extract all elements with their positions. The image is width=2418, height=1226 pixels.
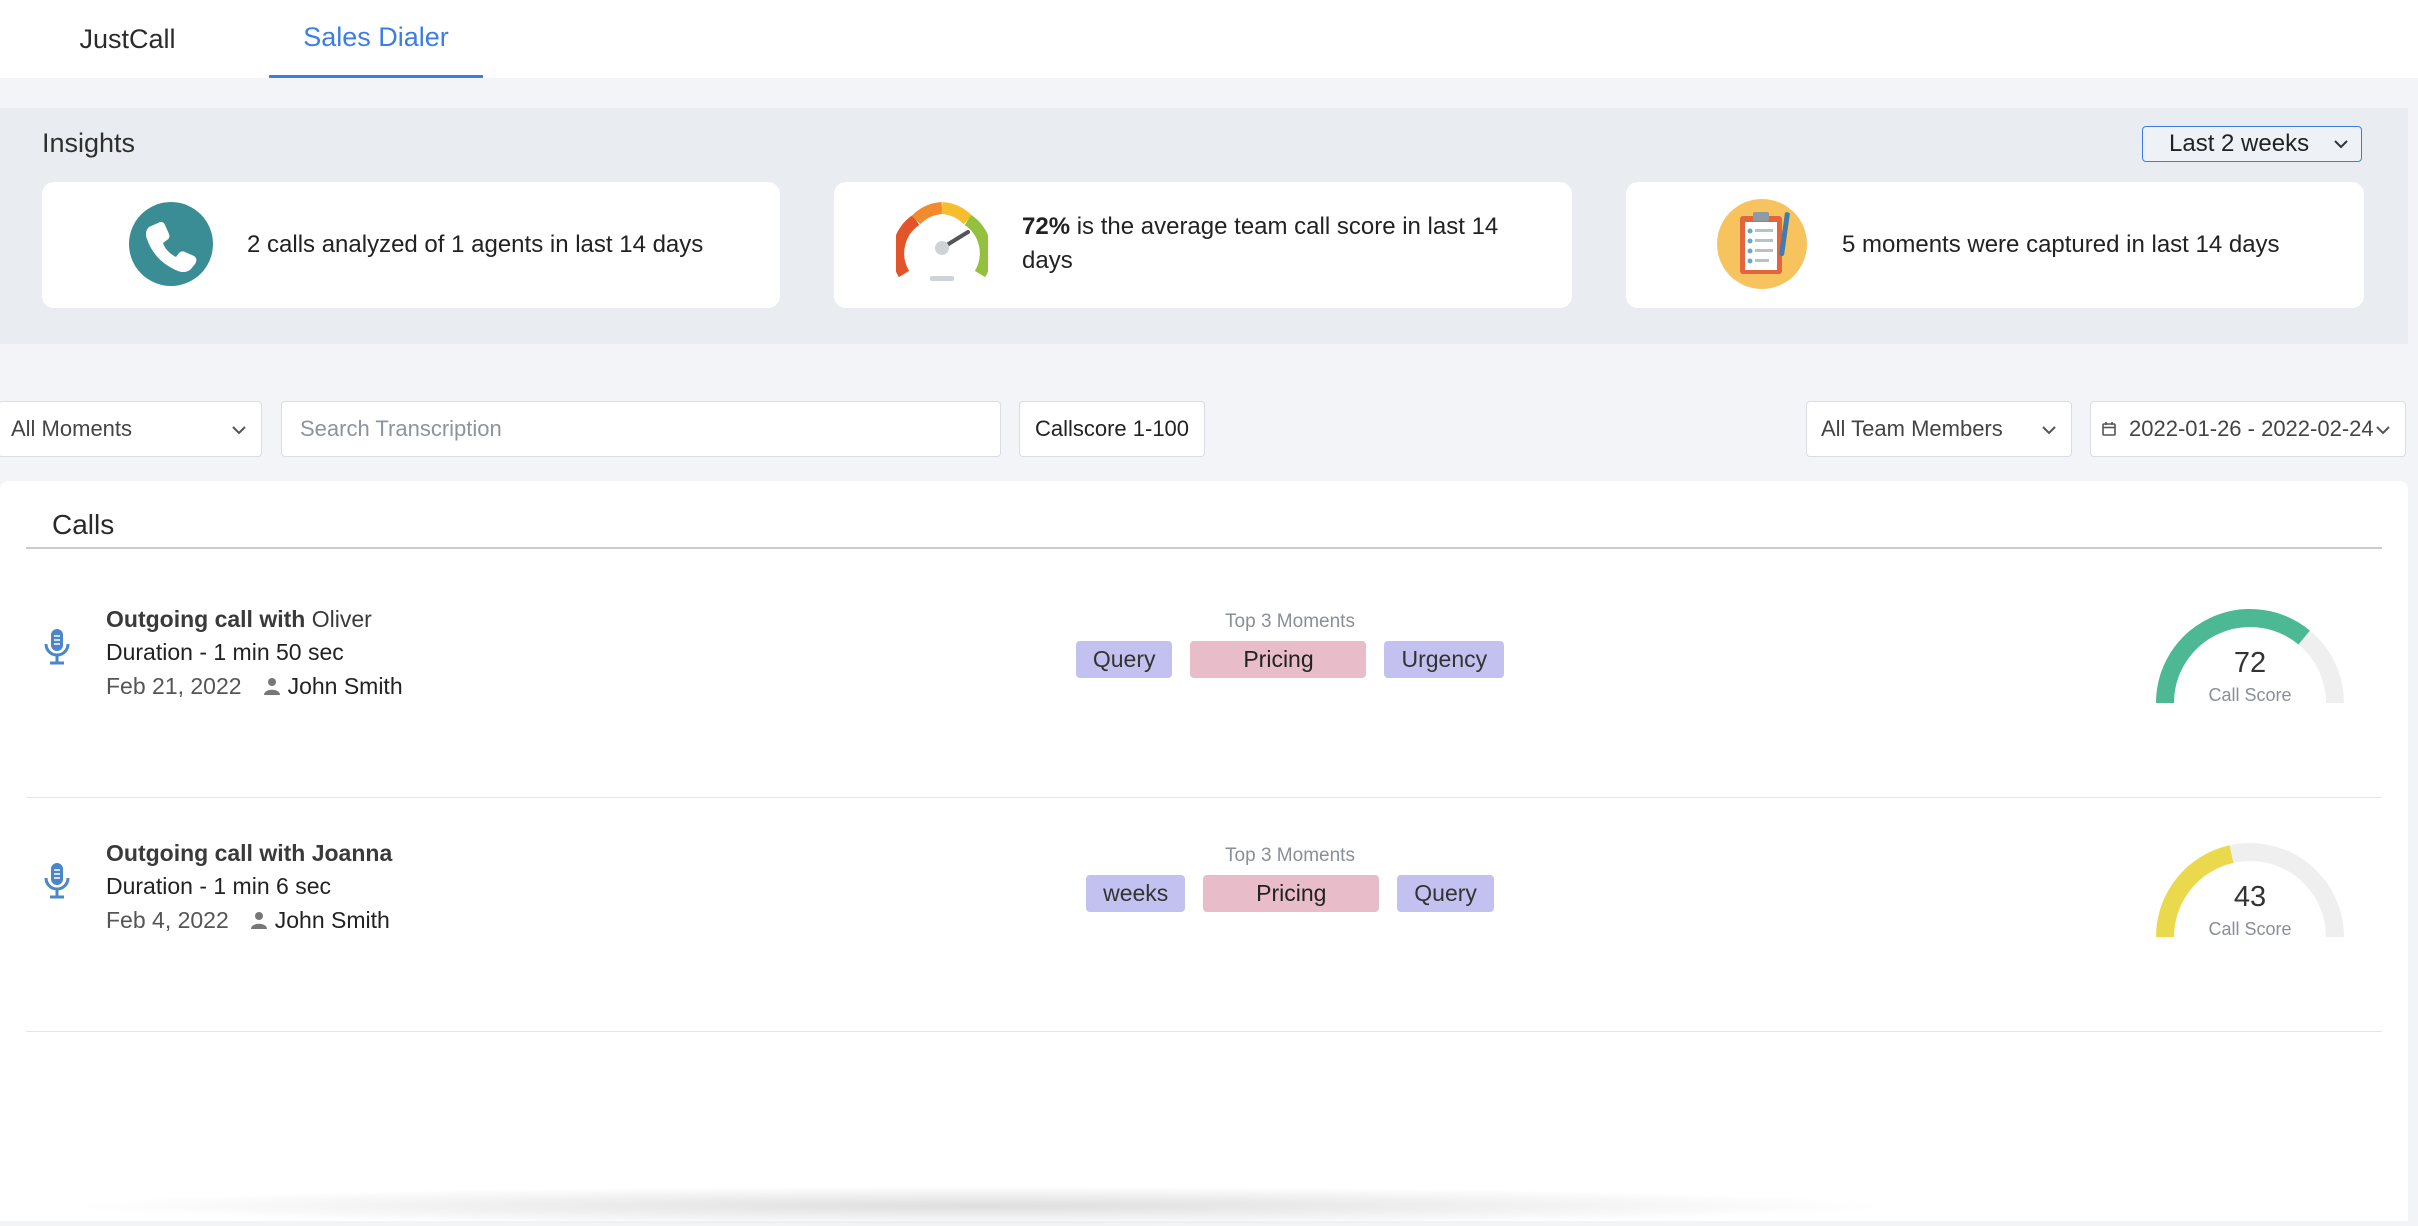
moment-chip[interactable]: Query [1397, 875, 1494, 912]
search-transcription-input[interactable] [298, 415, 982, 443]
tab-justcall[interactable]: JustCall [40, 0, 215, 78]
top-moments: Top 3 Moments weeks Pricing Query [990, 843, 1590, 912]
insight-card-calls: 2 calls analyzed of 1 agents in last 14 … [42, 182, 780, 308]
tab-sales-dialer[interactable]: Sales Dialer [269, 0, 483, 78]
call-title: Outgoing call with Oliver [106, 603, 403, 636]
insight-card-moments: 5 moments were captured in last 14 days [1626, 182, 2364, 308]
microphone-icon [44, 863, 70, 899]
call-title-prefix: Outgoing call with [106, 606, 306, 632]
call-agent-name: John Smith [287, 673, 403, 699]
callscore-filter-label: Callscore 1-100 [1034, 416, 1190, 441]
call-row[interactable]: Outgoing call with Joanna Duration - 1 m… [26, 799, 2382, 1032]
chevron-down-icon [2376, 426, 2390, 435]
call-score-gauge: 43 Call Score [2155, 837, 2345, 947]
phone-icon [129, 202, 213, 286]
top-tab-bar: JustCall Sales Dialer [0, 0, 2418, 78]
average-score-text: 72% is the average team call score in la… [1022, 210, 1542, 278]
calls-title: Calls [52, 509, 115, 540]
insights-title: Insights [42, 128, 136, 158]
average-score-caption: is the average team call score in last 1… [1022, 213, 1499, 274]
call-duration: Duration - 1 min 50 sec [106, 639, 344, 665]
calls-divider [26, 547, 2382, 549]
moment-chips: weeks Pricing Query [990, 875, 1590, 912]
call-score-value: 43 [2233, 881, 2267, 913]
call-date: Feb 4, 2022 [106, 907, 229, 933]
team-members-select[interactable]: All Team Members [1806, 401, 2072, 457]
team-members-value: All Team Members [1821, 416, 2003, 441]
moments-filter-select[interactable]: All Moments [0, 401, 262, 457]
moment-chip[interactable]: Pricing [1190, 641, 1367, 678]
call-agent: John Smith [250, 903, 390, 937]
insight-card-score: 72% is the average team call score in la… [834, 182, 1572, 308]
call-meta: Feb 21, 2022 John Smith [106, 669, 403, 703]
call-agent-name: John Smith [274, 907, 390, 933]
moment-chip[interactable]: Pricing [1203, 875, 1380, 912]
date-range-select-value: Last 2 weeks [2169, 130, 2310, 157]
clipboard-icon [1717, 199, 1807, 289]
insights-section: Insights Last 2 weeks 2 calls analyzed o… [0, 108, 2408, 344]
chevron-down-icon [232, 426, 246, 435]
chevron-down-icon [2042, 426, 2056, 435]
calls-analyzed-text: 2 calls analyzed of 1 agents in last 14 … [247, 231, 704, 258]
moment-chip[interactable]: Query [1075, 641, 1173, 678]
calls-panel: Calls Outgoing call with Oliver Duration… [0, 481, 2408, 1221]
calendar-icon [2102, 422, 2116, 436]
moments-filter-value: All Moments [11, 416, 133, 441]
top-moments: Top 3 Moments Query Pricing Urgency [990, 609, 1590, 678]
moment-chip[interactable]: Urgency [1384, 641, 1505, 678]
call-details: Outgoing call with Oliver Duration - 1 m… [106, 603, 403, 703]
moment-chips: Query Pricing Urgency [990, 641, 1590, 678]
date-range-select[interactable]: Last 2 weeks [2142, 126, 2362, 162]
call-contact-name: Joanna [311, 840, 393, 866]
average-score-value: 72% [1022, 213, 1071, 240]
bottom-shadow [60, 1186, 1900, 1226]
search-transcription-box [281, 401, 1001, 457]
date-range-picker[interactable]: 2022-01-26 - 2022-02-24 [2090, 401, 2406, 457]
call-score-label: Call Score [2208, 919, 2292, 939]
call-score-label: Call Score [2208, 685, 2292, 705]
call-agent: John Smith [263, 669, 403, 703]
callscore-filter-button[interactable]: Callscore 1-100 [1019, 401, 1205, 457]
person-icon [263, 678, 280, 695]
call-title-prefix: Outgoing call with [106, 840, 306, 866]
call-meta: Feb 4, 2022 John Smith [106, 903, 392, 937]
call-date: Feb 21, 2022 [106, 673, 242, 699]
speedometer-icon [896, 202, 988, 281]
top-moments-label: Top 3 Moments [1225, 611, 1355, 632]
call-title: Outgoing call with Joanna [106, 837, 392, 870]
call-contact-name: Oliver [311, 606, 372, 632]
moment-chip[interactable]: weeks [1086, 875, 1186, 912]
call-details: Outgoing call with Joanna Duration - 1 m… [106, 837, 392, 937]
moments-captured-text: 5 moments were captured in last 14 days [1842, 231, 2280, 258]
date-range-value: 2022-01-26 - 2022-02-24 [2129, 416, 2374, 441]
person-icon [250, 912, 267, 929]
call-duration: Duration - 1 min 6 sec [106, 873, 331, 899]
call-score-gauge: 72 Call Score [2155, 603, 2345, 713]
chevron-down-icon [2334, 140, 2348, 149]
microphone-icon [44, 629, 70, 665]
call-score-value: 72 [2233, 647, 2267, 679]
top-moments-label: Top 3 Moments [1225, 845, 1355, 866]
call-row[interactable]: Outgoing call with Oliver Duration - 1 m… [26, 565, 2382, 798]
